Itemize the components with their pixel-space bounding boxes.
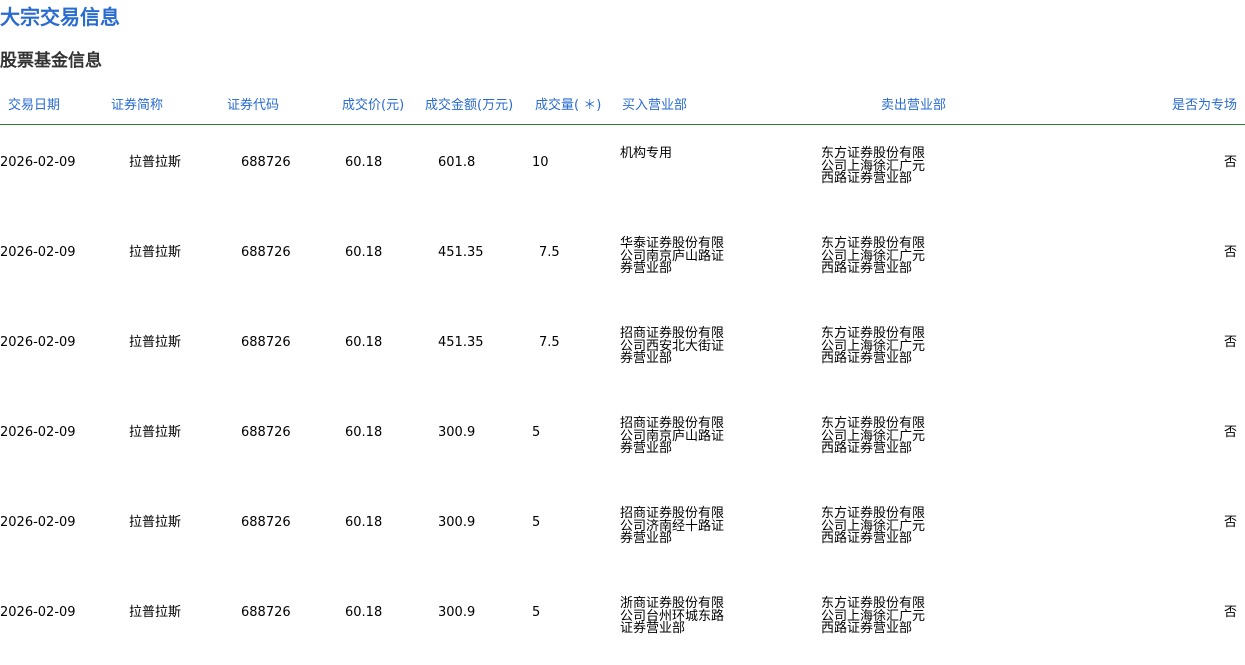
seller-branch: 东方证券股份有限 公司上海徐汇广元 西路证券营业部 — [821, 597, 931, 636]
trade-volume: 5 — [532, 605, 541, 620]
trade-price: 60.18 — [345, 245, 383, 260]
buyer-branch-line: 券营业部 — [620, 441, 673, 456]
buyer-branch: 机构专用 — [620, 146, 730, 161]
trade-volume: 5 — [532, 515, 541, 530]
seller-branch: 东方证券股份有限 公司上海徐汇广元 西路证券营业部 — [821, 507, 931, 546]
seller-branch-line: 西路证券营业部 — [821, 621, 913, 636]
seller-branch-line: 西路证券营业部 — [821, 441, 913, 456]
security-name: 拉普拉斯 — [129, 155, 182, 170]
special-flag: 否 — [1223, 335, 1237, 350]
special-flag: 否 — [1223, 155, 1237, 170]
trade-price: 60.18 — [345, 605, 383, 620]
security-code: 688726 — [241, 335, 291, 350]
security-code: 688726 — [241, 425, 291, 440]
trade-price: 60.18 — [345, 155, 383, 170]
column-header-date[interactable]: 交易日期 — [8, 96, 60, 116]
trade-amount: 451.35 — [438, 245, 484, 260]
buyer-branch: 招商证券股份有限 公司西安北大街证 券营业部 — [620, 327, 730, 366]
table-row[interactable]: 2026-02-09 拉普拉斯 688726 60.18 300.9 5 浙商证券股份有限公… — [0, 575, 1245, 665]
section-title: 股票基金信息 — [0, 51, 102, 71]
column-header-volume[interactable]: 成交量( ＊) — [535, 96, 601, 116]
column-header-seller[interactable]: 卖出营业部 — [881, 96, 946, 116]
special-flag: 否 — [1223, 245, 1237, 260]
buyer-branch: 招商证券股份有限 公司南京庐山路证 券营业部 — [620, 417, 730, 456]
buyer-branch-line: 券营业部 — [620, 261, 673, 276]
trade-date: 2026-02-09 — [0, 155, 76, 170]
column-header-price[interactable]: 成交价(元) — [342, 96, 404, 116]
page-title: 大宗交易信息 — [0, 5, 120, 29]
seller-branch-line: 西路证券营业部 — [821, 171, 913, 186]
seller-branch-line: 西路证券营业部 — [821, 261, 913, 276]
trade-price: 60.18 — [345, 515, 383, 530]
column-header-name[interactable]: 证券简称 — [111, 96, 163, 116]
table-row[interactable]: 2026-02-09 拉普拉斯 688726 60.18 300.9 5 招商证券股份有限公… — [0, 485, 1245, 575]
seller-branch-line: 西路证券营业部 — [821, 531, 913, 546]
security-name: 拉普拉斯 — [129, 425, 182, 440]
security-name: 拉普拉斯 — [129, 245, 182, 260]
trade-date: 2026-02-09 — [0, 245, 76, 260]
column-header-special[interactable]: 是否为专场 — [1172, 96, 1237, 116]
column-header-code[interactable]: 证券代码 — [227, 96, 279, 116]
trade-volume: 5 — [532, 425, 541, 440]
security-name: 拉普拉斯 — [129, 515, 182, 530]
security-name: 拉普拉斯 — [129, 605, 182, 620]
trade-date: 2026-02-09 — [0, 515, 76, 530]
trade-amount: 451.35 — [438, 335, 484, 350]
trade-date: 2026-02-09 — [0, 425, 76, 440]
trade-amount: 300.9 — [438, 425, 476, 440]
trade-amount: 300.9 — [438, 515, 476, 530]
table-row[interactable]: 2026-02-09 拉普拉斯 688726 60.18 300.9 5 招商证券股份有限公… — [0, 395, 1245, 485]
seller-branch: 东方证券股份有限 公司上海徐汇广元 西路证券营业部 — [821, 327, 931, 366]
security-code: 688726 — [241, 515, 291, 530]
buyer-branch: 华泰证券股份有限 公司南京庐山路证 券营业部 — [620, 237, 730, 276]
special-flag: 否 — [1223, 425, 1237, 440]
table-row[interactable]: 2026-02-09 拉普拉斯 688726 60.18 601.8 10 机构专用 东方证券… — [0, 125, 1245, 215]
table-row[interactable]: 2026-02-09 拉普拉斯 688726 60.18 451.35 7.5 招商证券股份… — [0, 305, 1245, 395]
trade-volume: 10 — [532, 155, 549, 170]
trade-date: 2026-02-09 — [0, 605, 76, 620]
trade-amount: 300.9 — [438, 605, 476, 620]
column-header-amount[interactable]: 成交金额(万元) — [425, 96, 513, 116]
table-row[interactable]: 2026-02-09 拉普拉斯 688726 60.18 451.35 7.5 华泰证券股份… — [0, 215, 1245, 305]
trade-volume: 7.5 — [539, 335, 560, 350]
security-name: 拉普拉斯 — [129, 335, 182, 350]
table-header: 交易日期 证券简称 证券代码 成交价(元) 成交金额(万元) 成交量( ＊) 买… — [0, 96, 1245, 125]
buyer-branch-line: 证券营业部 — [620, 621, 686, 636]
trade-price: 60.18 — [345, 425, 383, 440]
security-code: 688726 — [241, 245, 291, 260]
seller-branch: 东方证券股份有限 公司上海徐汇广元 西路证券营业部 — [821, 147, 931, 186]
column-header-buyer[interactable]: 买入营业部 — [622, 96, 687, 116]
security-code: 688726 — [241, 155, 291, 170]
buyer-branch: 招商证券股份有限 公司济南经十路证 券营业部 — [620, 507, 730, 546]
buyer-branch-line: 机构专用 — [620, 146, 673, 161]
special-flag: 否 — [1223, 515, 1237, 530]
seller-branch-line: 西路证券营业部 — [821, 351, 913, 366]
trade-date: 2026-02-09 — [0, 335, 76, 350]
buyer-branch: 浙商证券股份有限 公司台州环城东路 证券营业部 — [620, 597, 730, 636]
seller-branch: 东方证券股份有限 公司上海徐汇广元 西路证券营业部 — [821, 417, 931, 456]
seller-branch: 东方证券股份有限 公司上海徐汇广元 西路证券营业部 — [821, 237, 931, 276]
trade-price: 60.18 — [345, 335, 383, 350]
trade-volume: 7.5 — [539, 245, 560, 260]
security-code: 688726 — [241, 605, 291, 620]
trade-amount: 601.8 — [438, 155, 476, 170]
buyer-branch-line: 券营业部 — [620, 531, 673, 546]
buyer-branch-line: 券营业部 — [620, 351, 673, 366]
special-flag: 否 — [1223, 605, 1237, 620]
